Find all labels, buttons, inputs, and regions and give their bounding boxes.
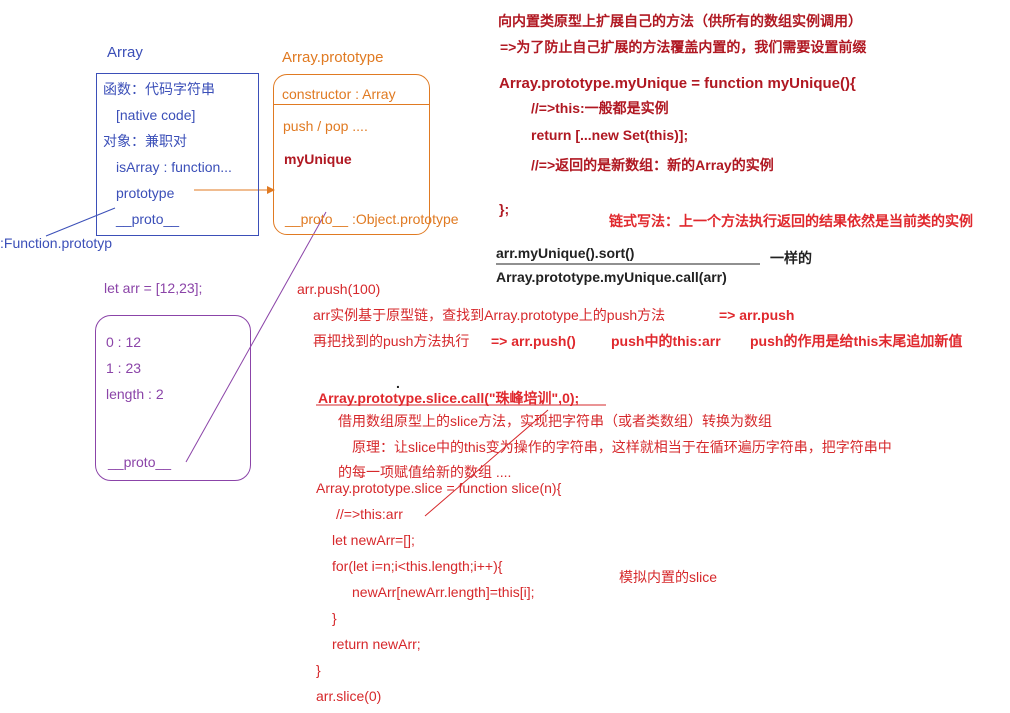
array-title: Array <box>107 44 143 61</box>
myunique-code-5: }; <box>499 201 510 217</box>
prefix-note: =>为了防止自己扩展的方法覆盖内置的，我们需要设置前缀 <box>500 39 867 55</box>
slice-code-8: } <box>316 662 321 678</box>
slice-code-1: Array.prototype.slice = function slice(n… <box>316 480 562 496</box>
push-this-note: push中的this:arr <box>611 333 721 349</box>
extend-heading: 向内置类原型上扩展自己的方法（供所有的数组实例调用） <box>498 13 862 29</box>
push-lookup-result: => arr.push <box>719 307 795 323</box>
slice-desc-1: 借用数组原型上的slice方法，实现把字符串（或者类数组）转换为数组 <box>338 413 773 429</box>
myunique-code-4: //=>返回的是新数组：新的Array的实例 <box>531 157 774 173</box>
function-prototype-label: :Function.prototyp <box>0 235 113 251</box>
arr-item-0: 0 : 12 <box>106 334 142 350</box>
slice-code-9: arr.slice(0) <box>316 688 382 704</box>
arr-item-proto: __proto__ <box>108 454 172 470</box>
array-item-object: 对象：兼职对 <box>103 133 187 149</box>
arr-item-1: 1 : 23 <box>106 360 142 376</box>
array-item-prototype: prototype <box>116 185 175 201</box>
slice-code-5: newArr[newArr.length]=this[i]; <box>352 584 535 600</box>
array-item-isarray: isArray : function... <box>116 159 232 175</box>
my-unique-label: myUnique <box>284 151 352 167</box>
chain-note: 链式写法：上一个方法执行返回的结果依然是当前类的实例 <box>609 213 973 229</box>
push-pop-label: push / pop .... <box>283 118 368 134</box>
myunique-code-1: Array.prototype.myUnique = function myUn… <box>499 75 856 92</box>
slice-desc-2: 原理：让slice中的this变为操作的字符串，这样就相当于在循环遍历字符串，把… <box>352 439 892 455</box>
slice-code-3: let newArr=[]; <box>332 532 415 548</box>
slice-call: Array.prototype.slice.call("珠峰培训",0); <box>318 390 580 406</box>
slice-code-7: return newArr; <box>332 636 421 652</box>
slice-code-4: for(let i=n;i<this.length;i++){ <box>332 558 503 574</box>
slice-simulation-note: 模拟内置的slice <box>619 569 718 585</box>
array-item-native-code: [native code] <box>116 107 196 123</box>
array-item-func: 函数：代码字符串 <box>103 81 215 97</box>
array-item-proto: __proto__ <box>116 211 180 227</box>
push-purpose-note: push的作用是给this末尾追加新值 <box>750 333 963 349</box>
push-lookup-desc: arr实例基于原型链，查找到Array.prototype上的push方法 <box>313 307 666 323</box>
push-exec-result: => arr.push() <box>491 333 576 349</box>
array-prototype-divider <box>274 104 429 105</box>
same-note: 一样的 <box>770 250 812 266</box>
myunique-code-3: return [...new Set(this)]; <box>531 127 689 143</box>
myunique-code-2: //=>this:一般都是实例 <box>531 100 669 116</box>
arr-declaration: let arr = [12,23]; <box>104 280 203 296</box>
object-prototype-label: __proto__ :Object.prototype <box>285 211 459 227</box>
slice-code-6: } <box>332 610 337 626</box>
call-example-2: Array.prototype.myUnique.call(arr) <box>496 269 727 285</box>
arr-item-length: length : 2 <box>106 386 164 402</box>
constructor-label: constructor : Array <box>282 86 396 102</box>
array-prototype-title: Array.prototype <box>282 49 384 66</box>
slice-code-2: //=>this:arr <box>336 506 403 522</box>
push-call: arr.push(100) <box>297 281 381 297</box>
call-example-1: arr.myUnique().sort() <box>496 245 635 261</box>
push-exec-desc: 再把找到的push方法执行 <box>313 333 470 349</box>
